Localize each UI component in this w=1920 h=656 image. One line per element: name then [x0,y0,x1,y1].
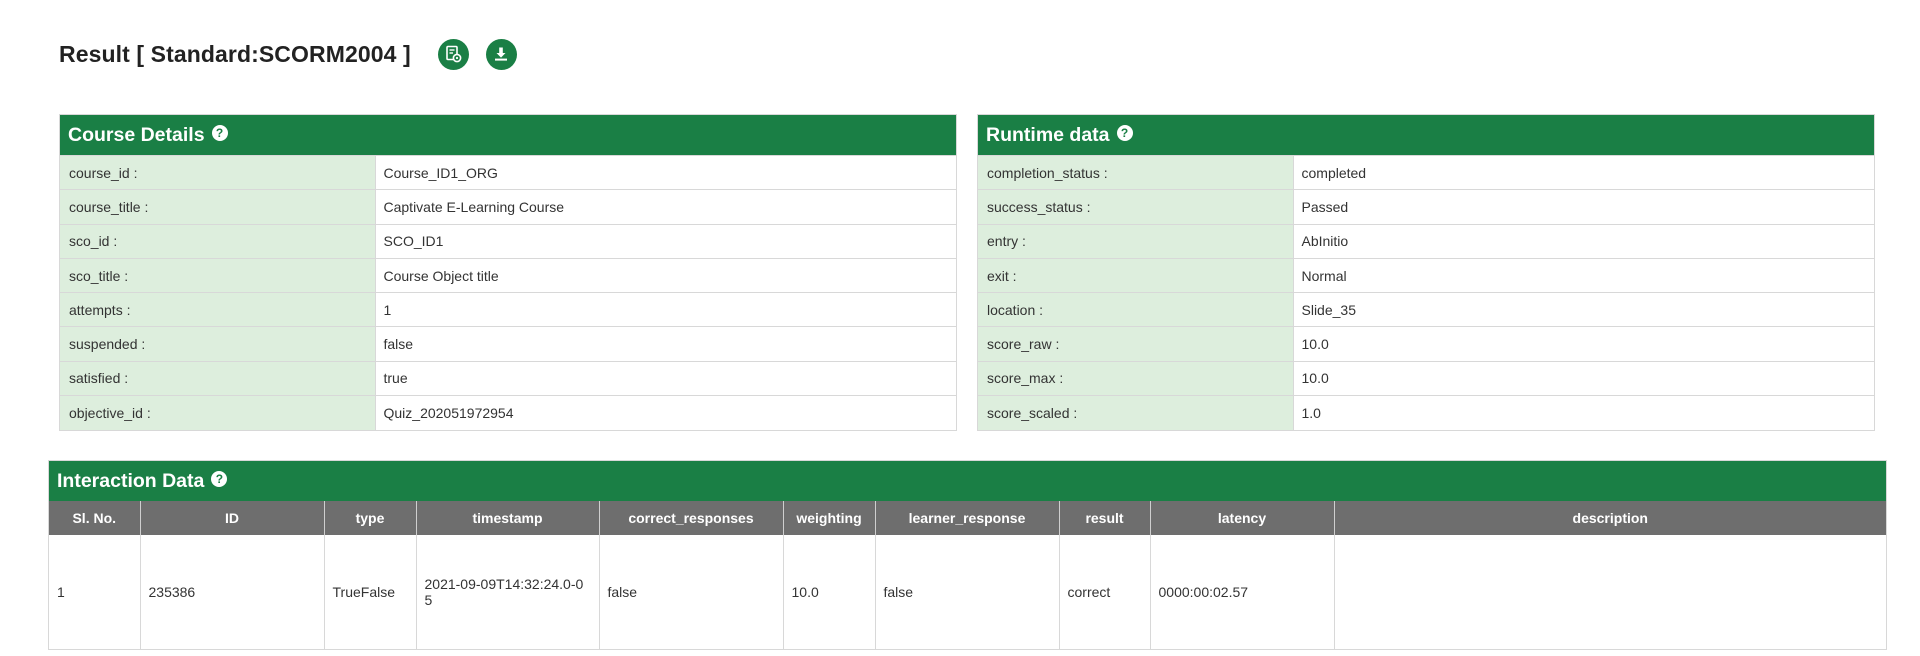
field-label: suspended : [60,326,375,362]
table-header-row: Sl. No. ID type timestamp correct_respon… [49,501,1886,535]
field-label: sco_title : [60,257,375,293]
table-row: course_title : Captivate E-Learning Cours… [60,189,956,225]
report-settings-icon [446,45,462,63]
table-row: suspended : false [60,326,956,362]
field-label: score_scaled : [978,395,1293,430]
column-header-result: result [1059,501,1151,535]
course-details-panel: Course Details ? course_id : Course_ID1_O… [59,114,957,431]
page-header: Result [ Standard:SCORM2004 ] [59,36,517,72]
field-value: Course Object title [374,257,956,293]
column-header-weighting: weighting [783,501,876,535]
runtime-data-header: Runtime data ? [978,115,1874,155]
page-title: Result [ Standard:SCORM2004 ] [59,40,411,67]
field-value: Slide_35 [1292,292,1874,327]
field-label: course_id : [60,154,375,190]
help-icon[interactable]: ? [211,125,228,141]
field-value: completed [1292,154,1874,190]
table-row: satisfied : true [60,360,956,396]
field-label: sco_id : [60,223,375,259]
field-value: 1 [374,292,956,327]
field-label: score_raw : [978,326,1293,362]
cell-result: correct [1059,535,1151,649]
column-header-learner-response: learner_response [875,501,1060,535]
field-value: Course_ID1_ORG [374,154,956,190]
field-label: satisfied : [60,360,375,396]
column-header-type: type [324,501,417,535]
field-value: Normal [1292,257,1874,293]
field-value: Passed [1292,189,1874,225]
table-row: completion_status : completed [978,154,1874,190]
table-row: score_scaled :1.0 [978,395,1874,430]
field-label: entry : [978,223,1293,259]
field-label: completion_status : [978,154,1293,190]
help-icon[interactable]: ? [211,471,228,487]
course-details-table: course_id : Course_ID1_ORG course_title :… [60,154,956,430]
field-label: exit : [978,257,1293,293]
field-value: Captivate E-Learning Course [374,189,956,225]
field-label: score_max : [978,360,1293,396]
column-header-id: ID [140,501,325,535]
table-row: sco_id : SCO_ID1 [60,223,956,259]
cell-description [1334,535,1886,649]
field-value: 10.0 [1292,360,1874,396]
table-row: success_status : Passed [978,189,1874,225]
field-value: AbInitio [1292,223,1874,259]
course-details-header: Course Details ? [60,115,956,155]
cell-correct-responses: false [599,535,784,649]
field-label: course_title : [60,189,375,225]
field-value: SCO_ID1 [374,223,956,259]
runtime-data-title: Runtime data [986,123,1110,146]
cell-type: TrueFalse [324,535,417,649]
field-label: attempts : [60,292,375,327]
runtime-data-panel: Runtime data ? completion_status : comple… [977,114,1875,431]
field-label: location : [978,292,1293,327]
column-header-timestamp: timestamp [416,501,600,535]
field-value: Quiz_202051972954 [374,395,956,430]
course-details-title: Course Details [68,123,205,146]
field-value: 1.0 [1292,395,1874,430]
table-row: entry : AbInitio [978,223,1874,259]
column-header-latency: latency [1150,501,1335,535]
field-label: objective_id : [60,395,375,430]
field-value: 10.0 [1292,326,1874,362]
table-row: score_max :10.0 [978,360,1874,396]
interaction-data-panel: Interaction Data ? Sl. No. ID type times… [48,460,1887,650]
table-row: sco_title : Course Object title [60,257,956,293]
field-value: true [374,360,956,396]
cell-latency: 0000:00:02.57 [1150,535,1335,649]
table-row: course_id : Course_ID1_ORG [60,154,956,190]
interaction-data-table: Sl. No. ID type timestamp correct_respon… [49,501,1886,649]
runtime-data-table: completion_status : completed success_sta… [978,154,1874,430]
table-row: score_raw :10.0 [978,326,1874,362]
help-icon[interactable]: ? [1116,125,1133,141]
cell-sl-no: 1 [49,535,141,649]
cell-id: 235386 [140,535,325,649]
table-row: exit : Normal [978,257,1874,293]
field-value: false [374,326,956,362]
table-row: objective_id : Quiz_202051972954 [60,395,956,430]
cell-learner-response: false [875,535,1060,649]
column-header-correct-responses: correct_responses [599,501,784,535]
table-row: 1 235386 TrueFalse 2021-09-09T14:32:24.0… [49,535,1886,649]
table-row: location : Slide_35 [978,292,1874,327]
column-header-description: description [1334,501,1886,535]
column-header-sl-no: Sl. No. [49,501,141,535]
download-button[interactable] [485,38,517,70]
table-row: attempts :1 [60,292,956,327]
cell-weighting: 10.0 [783,535,876,649]
interaction-data-header: Interaction Data ? [49,461,1886,501]
field-label: success_status : [978,189,1293,225]
report-settings-button[interactable] [437,38,469,70]
cell-timestamp: 2021-09-09T14:32:24.0-05 [416,535,600,649]
download-icon [495,47,508,61]
interaction-data-title: Interaction Data [57,469,205,492]
